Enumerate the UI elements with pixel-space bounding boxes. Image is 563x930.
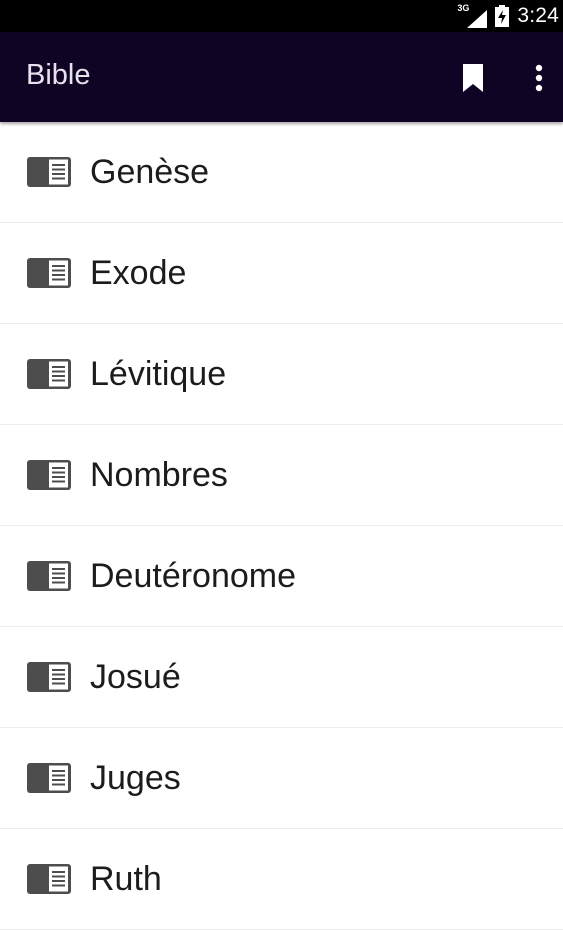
bookmark-icon (463, 64, 483, 92)
book-list-item[interactable]: Genèse (0, 122, 563, 223)
status-clock: 3:24 (517, 4, 559, 27)
battery-charging-icon (495, 5, 510, 27)
bookmark-button[interactable] (458, 62, 488, 94)
status-indicators: 3G 3:24 (457, 0, 559, 32)
book-icon (27, 763, 71, 793)
book-label: Deutéronome (90, 557, 297, 595)
book-icon (27, 460, 71, 490)
book-icon (27, 157, 71, 187)
book-label: Juges (90, 759, 181, 797)
book-label: Lévitique (90, 355, 227, 393)
network-indicator: 3G (457, 3, 488, 28)
book-list-item[interactable]: Josué (0, 627, 563, 728)
signal-icon (467, 10, 488, 28)
overflow-menu-icon (535, 64, 543, 92)
book-icon (27, 258, 71, 288)
book-list: Genèse Exode Lévitique Nombres Deutérono… (0, 122, 563, 930)
book-label: Josué (90, 658, 181, 696)
book-icon (27, 662, 71, 692)
book-label: Genèse (90, 153, 210, 191)
app-title: Bible (26, 59, 91, 91)
book-list-item[interactable]: Ruth (0, 829, 563, 930)
book-icon (27, 561, 71, 591)
book-label: Exode (90, 254, 187, 292)
book-list-item[interactable]: Lévitique (0, 324, 563, 425)
book-list-item[interactable]: Juges (0, 728, 563, 829)
book-icon (27, 864, 71, 894)
book-label: Ruth (90, 860, 162, 898)
overflow-menu-button[interactable] (526, 60, 552, 96)
book-list-item[interactable]: Nombres (0, 425, 563, 526)
app-bar: Bible (0, 32, 563, 122)
book-list-item[interactable]: Exode (0, 223, 563, 324)
book-icon (27, 359, 71, 389)
status-bar: 3G 3:24 (0, 0, 563, 32)
book-list-item[interactable]: Deutéronome (0, 526, 563, 627)
book-label: Nombres (90, 456, 228, 494)
